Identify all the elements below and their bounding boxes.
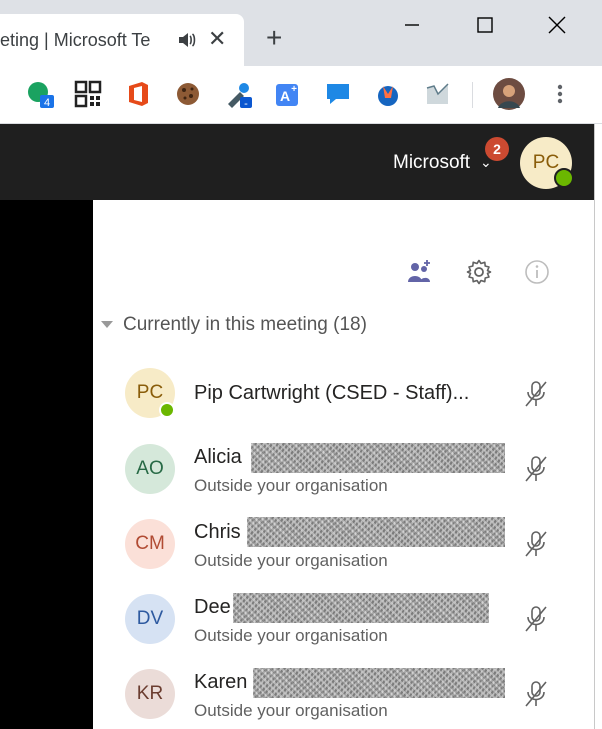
audio-playing-icon[interactable]: [176, 30, 196, 50]
participant-name: Karen: [194, 671, 248, 693]
participant-row[interactable]: PC Pip Cartwright (CSED - Staff)...: [93, 358, 594, 430]
browser-toolbar: 4 - A +: [0, 66, 602, 124]
mic-off-icon[interactable]: [521, 604, 551, 634]
caret-down-icon: [101, 321, 113, 329]
toolbar-divider: [472, 82, 473, 108]
green-extension-icon[interactable]: 4: [26, 80, 54, 109]
participant-name: Chris: [194, 521, 241, 543]
presence-available-icon: [159, 402, 175, 418]
teams-header: Microsoft ⌄ 2 PC: [0, 124, 594, 200]
office-icon[interactable]: [124, 80, 152, 108]
cookie-icon[interactable]: [174, 80, 202, 108]
participant-name: Pip Cartwright (CSED - Staff)...: [194, 382, 470, 404]
participant-subtitle: Outside your organisation: [194, 701, 388, 720]
avatar: DV: [125, 594, 175, 644]
add-people-icon[interactable]: [405, 258, 433, 286]
redacted-surname: [247, 517, 505, 547]
notification-badge: 2: [485, 137, 509, 161]
chat-icon[interactable]: [324, 80, 352, 108]
section-header-in-meeting[interactable]: Currently in this meeting (18): [101, 314, 367, 336]
avatar: KR: [125, 669, 175, 719]
translate-icon[interactable]: A +: [274, 80, 302, 108]
minimize-icon[interactable]: [397, 10, 427, 40]
participant-row[interactable]: KR Karen Outside your organisation: [93, 659, 594, 729]
window-close-icon[interactable]: [542, 10, 572, 40]
section-title: Currently in this meeting: [123, 314, 328, 335]
section-count: (18): [333, 314, 367, 335]
gear-icon[interactable]: [465, 258, 493, 286]
avatar: CM: [125, 519, 175, 569]
graph-icon[interactable]: [424, 80, 452, 108]
extension-badge: -: [244, 98, 248, 108]
more-vert-icon[interactable]: [546, 80, 574, 108]
participant-name: Dee: [194, 596, 231, 618]
participant-row[interactable]: AO Alicia Outside your organisation: [93, 434, 594, 506]
profile-avatar-icon[interactable]: [493, 78, 525, 110]
presence-available-icon: [554, 168, 574, 188]
mic-off-icon[interactable]: [521, 454, 551, 484]
participant-row[interactable]: DV Dee Outside your organisation: [93, 584, 594, 656]
browser-tab[interactable]: eting | Microsoft Te ✕: [0, 14, 244, 66]
mic-off-icon[interactable]: [521, 379, 551, 409]
browser-titlebar: eting | Microsoft Te ✕ +: [0, 0, 602, 66]
tab-title: eting | Microsoft Te: [0, 30, 151, 50]
maximize-icon[interactable]: [470, 10, 500, 40]
participant-row[interactable]: CM Chris Outside your organisation: [93, 509, 594, 581]
participant-subtitle: Outside your organisation: [194, 626, 388, 645]
org-switcher[interactable]: Microsoft: [393, 152, 470, 174]
avatar: AO: [125, 444, 175, 494]
eyedropper-icon[interactable]: -: [224, 80, 252, 110]
participant-subtitle: Outside your organisation: [194, 551, 388, 570]
redacted-surname: [253, 668, 505, 698]
svg-text:A: A: [280, 88, 290, 104]
qr-code-icon[interactable]: [74, 80, 102, 108]
redacted-surname: [251, 443, 505, 473]
window-edge: [594, 124, 602, 729]
participants-panel: Currently in this meeting (18) PC Pip Ca…: [93, 200, 594, 729]
info-icon[interactable]: [523, 258, 551, 286]
participant-name: Alicia: [194, 446, 242, 468]
tab-close-icon[interactable]: ✕: [208, 28, 226, 50]
redacted-surname: [233, 593, 489, 623]
svg-text:+: +: [291, 84, 297, 95]
mic-off-icon[interactable]: [521, 679, 551, 709]
extension-badge: 4: [44, 97, 50, 108]
participant-subtitle: Outside your organisation: [194, 476, 388, 495]
fox-icon[interactable]: [374, 80, 402, 108]
mic-off-icon[interactable]: [521, 529, 551, 559]
new-tab-button[interactable]: +: [266, 24, 282, 52]
